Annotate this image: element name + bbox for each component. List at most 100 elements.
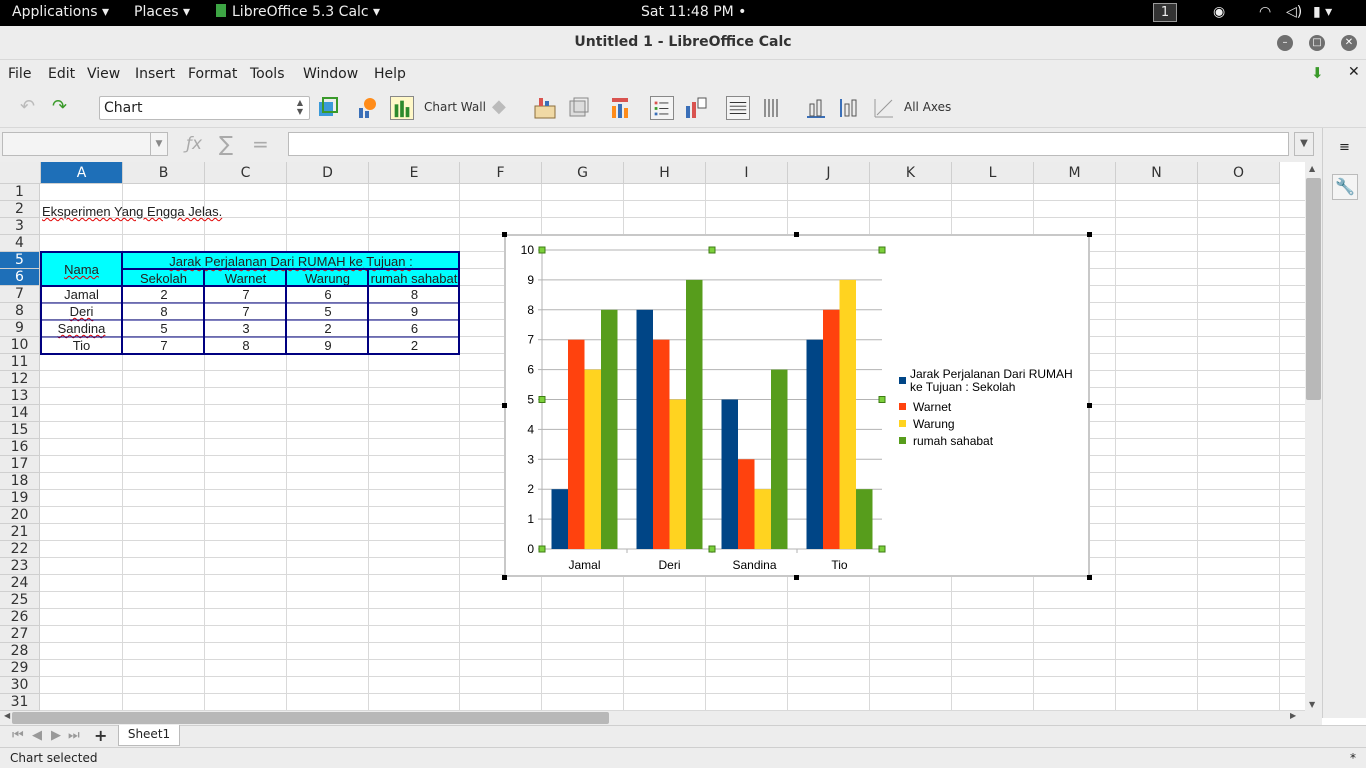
undo-icon[interactable]: ↶ <box>20 96 44 120</box>
formula-input[interactable] <box>288 132 1289 156</box>
properties-wrench-icon[interactable]: 🔧 <box>1332 174 1358 200</box>
chart-handle-ml[interactable] <box>502 403 507 408</box>
col-header-g[interactable]: G <box>542 162 624 184</box>
name-box-dropdown-icon[interactable]: ▼ <box>150 133 167 155</box>
row-header-25[interactable]: 25 <box>0 592 40 609</box>
format-selection-icon[interactable] <box>316 96 340 120</box>
row-header-22[interactable]: 22 <box>0 541 40 558</box>
next-sheet-icon[interactable]: ▶ <box>51 728 61 743</box>
row-header-26[interactable]: 26 <box>0 609 40 626</box>
function-wizard-icon[interactable]: ƒx <box>186 134 202 154</box>
row-header-13[interactable]: 13 <box>0 388 40 405</box>
col-header-i[interactable]: I <box>706 162 788 184</box>
spreadsheet-grid[interactable]: ABCDEFGHIJKLMNO 1 2 3 4 5 6 7 8 9 10 11 12 13 14 15 16 1… <box>0 162 1305 711</box>
chart-handle-br[interactable] <box>1087 575 1092 580</box>
close-icon[interactable]: ✕ <box>1341 35 1357 51</box>
row-header-12[interactable]: 12 <box>0 371 40 388</box>
row-header-29[interactable]: 29 <box>0 660 40 677</box>
applications-menu[interactable]: Applications ▾ <box>12 4 109 20</box>
all-axes-label[interactable]: All Axes <box>904 100 951 114</box>
row-header-17[interactable]: 17 <box>0 456 40 473</box>
chart-handle-bc[interactable] <box>794 575 799 580</box>
chart-wall-label[interactable]: Chart Wall <box>424 100 486 114</box>
row-header-27[interactable]: 27 <box>0 626 40 643</box>
last-sheet-icon[interactable]: ⏭ <box>68 728 80 743</box>
close-document-icon[interactable]: ✕ <box>1348 64 1360 80</box>
add-sheet-icon[interactable]: + <box>94 726 107 745</box>
col-header-m[interactable]: M <box>1034 162 1116 184</box>
chart-handle-tl[interactable] <box>502 232 507 237</box>
sheet-tab-sheet1[interactable]: Sheet1 <box>118 725 180 746</box>
menu-insert[interactable]: Insert <box>135 66 175 82</box>
menu-help[interactable]: Help <box>374 66 406 82</box>
row-header-20[interactable]: 20 <box>0 507 40 524</box>
chart-wall-icon[interactable] <box>390 96 414 120</box>
row-header-31[interactable]: 31 <box>0 694 40 711</box>
row-header-30[interactable]: 30 <box>0 677 40 694</box>
clock[interactable]: Sat 11:48 PM • <box>641 4 746 20</box>
col-header-o[interactable]: O <box>1198 162 1280 184</box>
first-sheet-icon[interactable]: ⏮ <box>12 728 24 743</box>
chart-object[interactable]: 0 1 2 3 4 5 6 7 8 9 10 Jamal Deri Sandina Tio Jarak Per… <box>504 234 1090 577</box>
col-header-f[interactable]: F <box>460 162 542 184</box>
data-ranges-icon[interactable] <box>567 96 591 120</box>
horizontal-scrollbar[interactable]: ◀ ▶ <box>0 711 1322 725</box>
redo-icon[interactable]: ↷ <box>52 96 76 120</box>
row-header-14[interactable]: 14 <box>0 405 40 422</box>
row-header-28[interactable]: 28 <box>0 643 40 660</box>
wifi-icon[interactable]: ◠ <box>1259 4 1271 20</box>
volume-icon[interactable]: ◁) <box>1286 4 1302 20</box>
data-table-icon[interactable] <box>533 96 557 120</box>
download-update-icon[interactable]: ⬇ <box>1311 64 1327 82</box>
vertical-grids-icon[interactable] <box>760 96 784 120</box>
sidebar-menu-icon[interactable]: ≡ <box>1339 140 1350 155</box>
chart-type-icon[interactable] <box>356 96 380 120</box>
expand-formula-icon[interactable]: ▼ <box>1294 132 1314 156</box>
chart-handle-tr[interactable] <box>1087 232 1092 237</box>
row-header-16[interactable]: 16 <box>0 439 40 456</box>
scroll-up-icon[interactable]: ▲ <box>1309 164 1315 173</box>
col-header-h[interactable]: H <box>624 162 706 184</box>
y-axis-icon[interactable] <box>838 96 862 120</box>
horizontal-scroll-thumb[interactable] <box>12 712 609 724</box>
maximize-icon[interactable]: □ <box>1309 35 1325 51</box>
formula-icon[interactable]: = <box>252 132 269 156</box>
places-menu[interactable]: Places ▾ <box>134 4 190 20</box>
battery-icon[interactable]: ▮ ▾ <box>1313 4 1332 20</box>
menu-format[interactable]: Format <box>188 66 237 82</box>
insert-legend-icon[interactable] <box>684 96 708 120</box>
row-header-21[interactable]: 21 <box>0 524 40 541</box>
menu-edit[interactable]: Edit <box>48 66 75 82</box>
app-menu[interactable]: LibreOffice 5.3 Calc ▾ <box>216 4 380 20</box>
name-box[interactable]: ▼ <box>2 132 168 156</box>
col-header-k[interactable]: K <box>870 162 952 184</box>
scroll-left-icon[interactable]: ◀ <box>4 711 10 720</box>
menu-window[interactable]: Window <box>303 66 358 82</box>
col-header-n[interactable]: N <box>1116 162 1198 184</box>
workspace-indicator[interactable]: 1 <box>1153 3 1177 22</box>
insert-titles-icon[interactable] <box>608 96 632 120</box>
col-header-l[interactable]: L <box>952 162 1034 184</box>
horizontal-grids-icon[interactable] <box>726 96 750 120</box>
sum-icon[interactable]: ∑ <box>219 132 233 156</box>
row-header-23[interactable]: 23 <box>0 558 40 575</box>
chart-handle-tc[interactable] <box>794 232 799 237</box>
chart-handle-mr[interactable] <box>1087 403 1092 408</box>
minimize-icon[interactable]: – <box>1277 35 1293 51</box>
chart-handle-bl[interactable] <box>502 575 507 580</box>
row-header-24[interactable]: 24 <box>0 575 40 592</box>
row-header-19[interactable]: 19 <box>0 490 40 507</box>
legend-on-off-icon[interactable] <box>650 96 674 120</box>
row-header-15[interactable]: 15 <box>0 422 40 439</box>
menu-tools[interactable]: Tools <box>250 66 285 82</box>
vertical-scrollbar[interactable]: ▲ ▼ <box>1305 162 1322 711</box>
menu-view[interactable]: View <box>87 66 120 82</box>
prev-sheet-icon[interactable]: ◀ <box>32 728 42 743</box>
menu-file[interactable]: File <box>8 66 31 82</box>
col-header-j[interactable]: J <box>788 162 870 184</box>
3d-view-icon[interactable]: ◆ <box>492 96 516 120</box>
scroll-down-icon[interactable]: ▼ <box>1309 700 1315 709</box>
row-header-18[interactable]: 18 <box>0 473 40 490</box>
scroll-right-icon[interactable]: ▶ <box>1290 711 1296 720</box>
chart-element-select[interactable]: Chart ▲ ▼ <box>99 96 310 120</box>
